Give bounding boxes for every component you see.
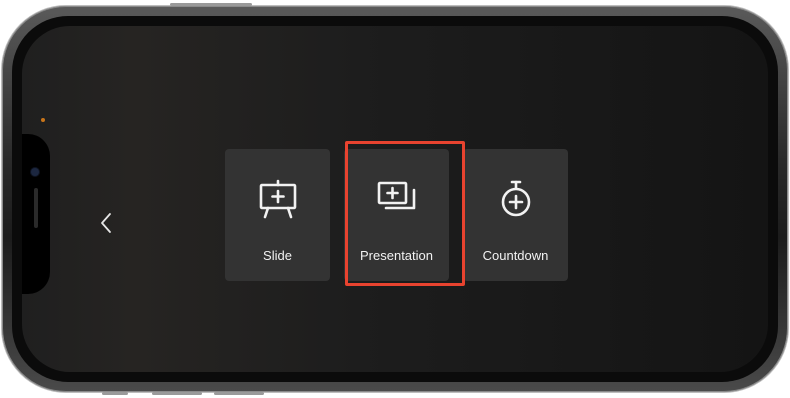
back-button[interactable] [94, 208, 118, 238]
option-label: Presentation [360, 248, 433, 263]
easel-plus-icon [259, 179, 296, 219]
screen: Slide Presentation Countdown [22, 26, 768, 372]
notch [22, 134, 50, 294]
power-button [170, 3, 252, 6]
option-label: Slide [263, 248, 292, 263]
volume-up-button [152, 392, 202, 395]
stacked-slides-plus-icon [377, 181, 415, 210]
chevron-left-icon [101, 213, 111, 233]
option-countdown[interactable]: Countdown [463, 149, 568, 281]
option-label: Countdown [482, 248, 549, 263]
speaker-grille [34, 188, 38, 228]
volume-down-button [214, 392, 264, 395]
option-slide[interactable]: Slide [225, 149, 330, 281]
phone-frame: Slide Presentation Countdown [2, 3, 788, 395]
bezel: Slide Presentation Countdown [12, 16, 778, 382]
status-led [41, 118, 45, 122]
front-camera-icon [31, 168, 39, 176]
mute-switch [102, 392, 128, 395]
stopwatch-plus-icon [501, 180, 530, 217]
option-presentation[interactable]: Presentation [344, 149, 449, 281]
